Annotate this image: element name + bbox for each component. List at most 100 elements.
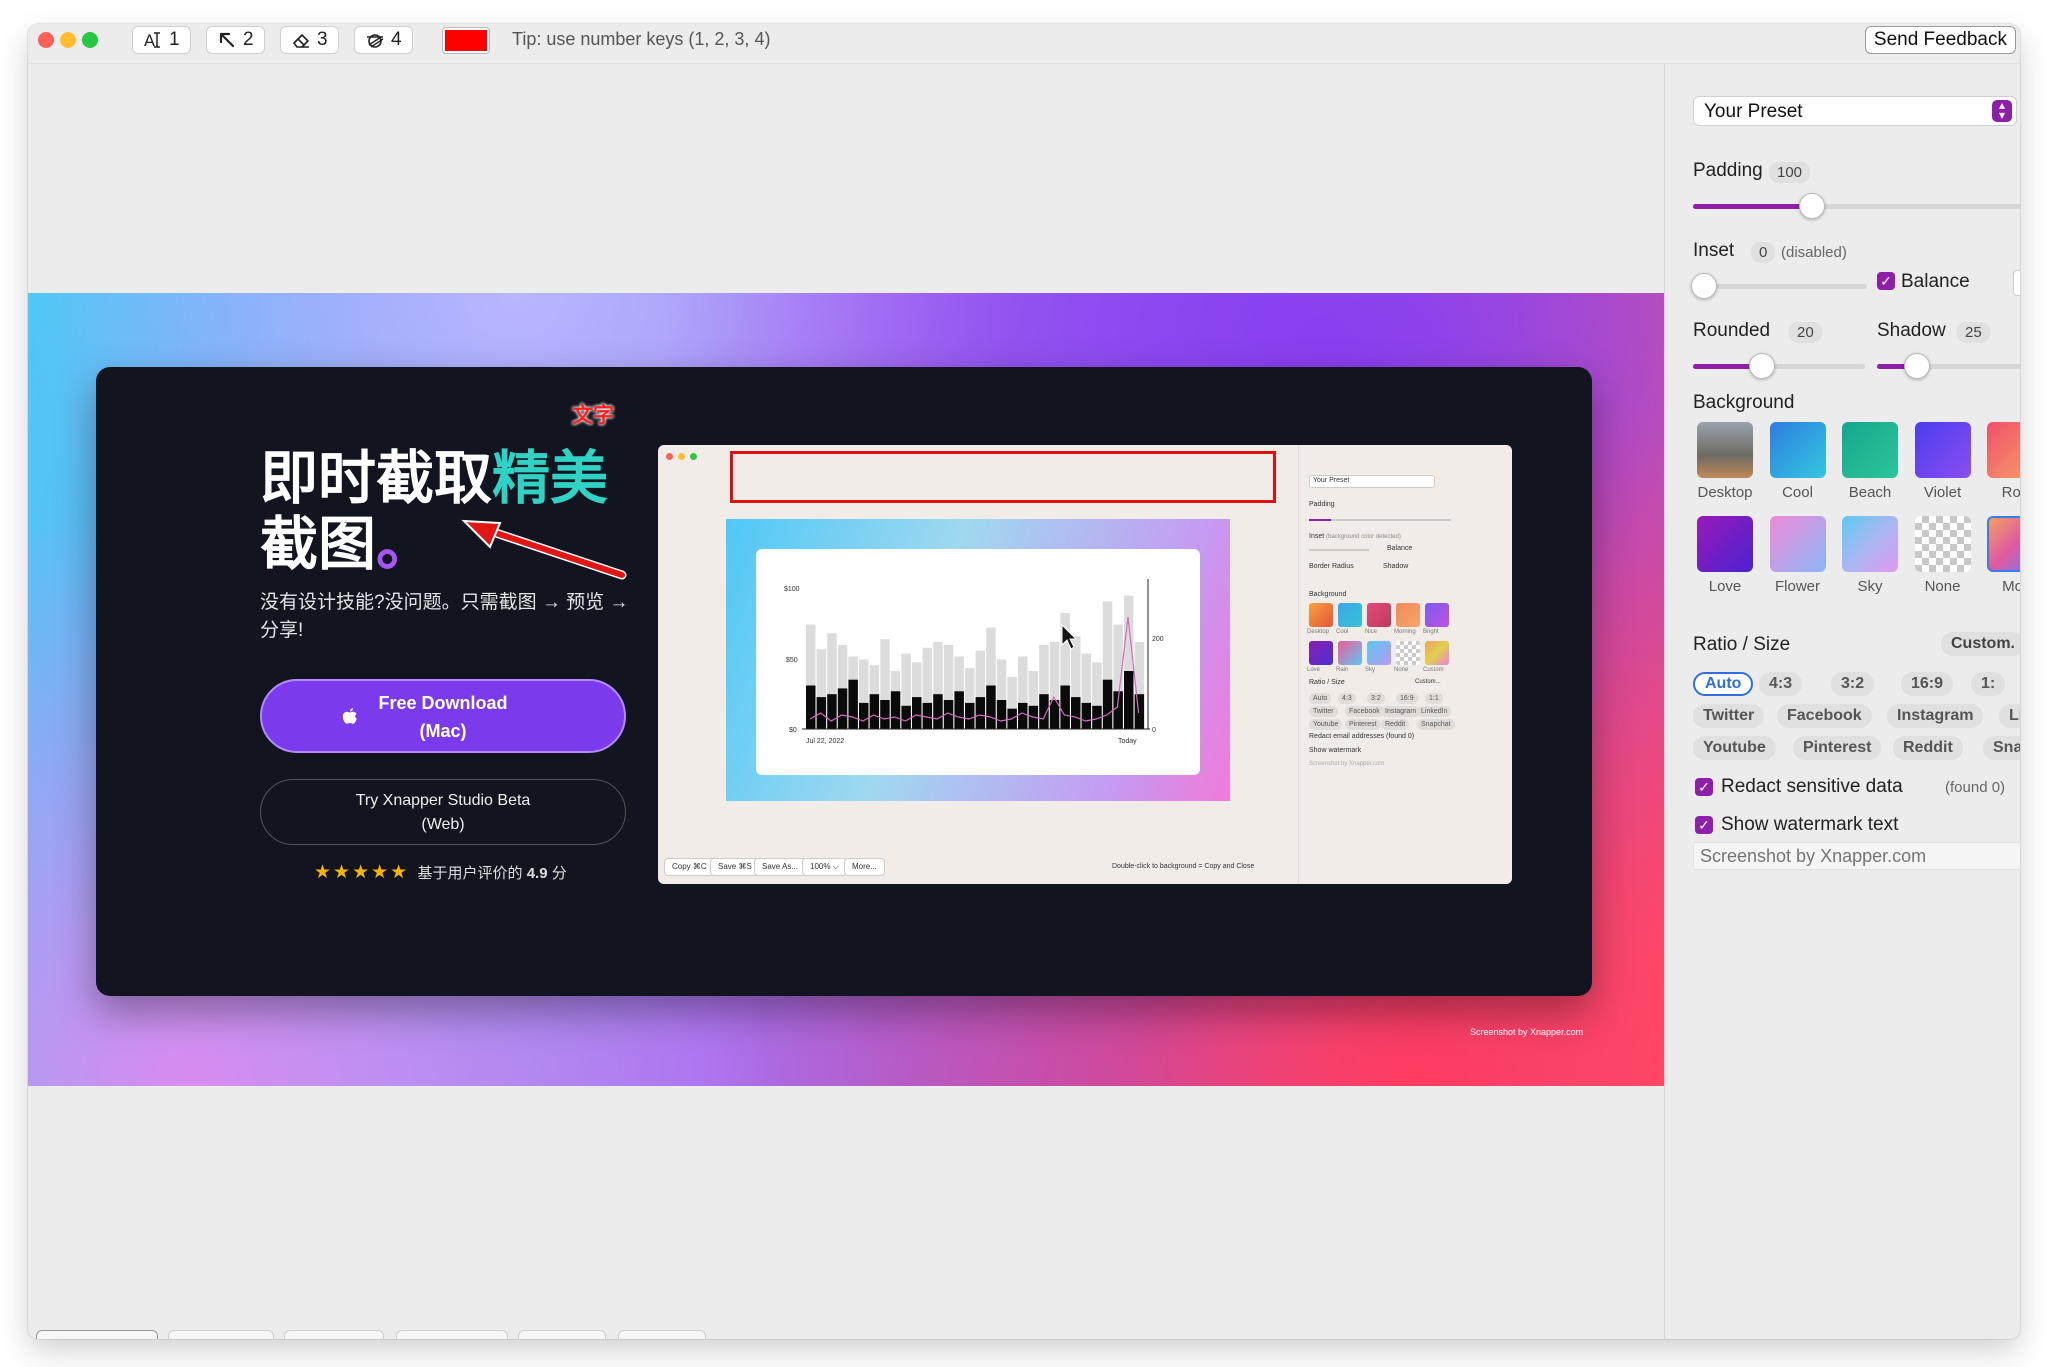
balance-color-well[interactable] bbox=[2013, 270, 2020, 296]
headline-dot: 。 bbox=[376, 510, 435, 578]
background-label: Background bbox=[1693, 392, 1795, 413]
preview-bar-black bbox=[806, 685, 816, 729]
redact-tool-button[interactable]: 4 bbox=[354, 26, 413, 54]
padding-slider-fill bbox=[1693, 204, 1812, 209]
redact-icon bbox=[367, 34, 384, 48]
preview-background: Background bbox=[1309, 591, 1347, 598]
social-chip-b-1[interactable]: Pinterest bbox=[1793, 736, 1882, 760]
preview-inset-note: (background color detected) bbox=[1326, 534, 1401, 540]
zoom-window-button[interactable] bbox=[82, 32, 98, 48]
preview-bg-label: Sky bbox=[1365, 667, 1376, 673]
free-download-button[interactable]: Free Download (Mac) bbox=[260, 679, 626, 753]
bottom-tab-2[interactable] bbox=[168, 1330, 274, 1339]
rounded-slider[interactable] bbox=[1693, 353, 1865, 379]
y-tick-50: $50 bbox=[786, 657, 798, 664]
background-swatch-sky[interactable] bbox=[1842, 516, 1898, 572]
bottom-tab-1[interactable] bbox=[36, 1330, 158, 1339]
social-chip-b-3[interactable]: Snapcl bbox=[1983, 736, 2020, 760]
balance-checkbox[interactable]: ✓ bbox=[1877, 272, 1895, 290]
preview-chart-svg: $100 $50 $0 200 0 Jul 22, 2022 Today bbox=[784, 579, 1164, 745]
ratio-chip-1[interactable]: 4:3 bbox=[1759, 672, 1803, 696]
preview-bar-black bbox=[837, 688, 848, 729]
background-swatch-desktop[interactable] bbox=[1697, 422, 1753, 478]
bottom-tab-5[interactable] bbox=[518, 1330, 606, 1339]
download-label-1: Free Download bbox=[378, 693, 508, 713]
background-swatch-beach[interactable] bbox=[1842, 422, 1898, 478]
social-chip-3[interactable]: Linke bbox=[1999, 704, 2020, 728]
text-annotation[interactable]: 文字 bbox=[572, 399, 614, 429]
ratio-chip-3[interactable]: 16:9 bbox=[1901, 672, 1954, 696]
send-feedback-button[interactable]: Send Feedback bbox=[1864, 26, 2016, 54]
background-swatch-violet[interactable] bbox=[1914, 422, 1971, 478]
bottom-tab-6[interactable] bbox=[618, 1330, 706, 1339]
rating-unit: 分 bbox=[551, 865, 567, 882]
bottom-tab-4[interactable] bbox=[396, 1330, 508, 1339]
preview-bar-black bbox=[912, 697, 922, 729]
screenshot-canvas[interactable]: 文字 即时截取精美 截图。 没有设计技能?没问题。只需截图 → 预览 → 分享! … bbox=[28, 293, 1664, 1086]
preview-show-watermark: Show watermark bbox=[1309, 747, 1362, 754]
inset-note: (disabled) bbox=[1781, 244, 1847, 261]
text-tool-key: 1 bbox=[169, 29, 180, 50]
watermark-checkbox[interactable]: ✓ bbox=[1695, 816, 1713, 834]
text-tool-button[interactable]: A 1 bbox=[132, 26, 191, 54]
arrow-tool-button[interactable]: 2 bbox=[206, 26, 265, 54]
social-chip-b-2[interactable]: Reddit bbox=[1893, 736, 1963, 760]
settings-sidebar: Your Preset ▴ ▾ Padding 100 Inset 0 (disa… bbox=[1664, 64, 2020, 1339]
close-window-button[interactable] bbox=[38, 32, 54, 48]
background-label-flower: Flower bbox=[1774, 578, 1820, 595]
background-swatch-flower[interactable] bbox=[1769, 516, 1826, 572]
background-swatch-mor[interactable] bbox=[1987, 516, 2020, 572]
x-start-label: Jul 22, 2022 bbox=[806, 738, 844, 745]
rating: ★★★★★ 基于用户评价的 4.9 分 bbox=[314, 861, 567, 884]
color-picker[interactable] bbox=[442, 27, 490, 54]
try-studio-button[interactable]: Try Xnapper Studio Beta (Web) bbox=[260, 779, 626, 845]
color-swatch-fill bbox=[445, 30, 487, 51]
preview-bar-black bbox=[1134, 694, 1145, 729]
preview-bg-label: Cool bbox=[1336, 629, 1349, 635]
bottom-tab-3[interactable] bbox=[284, 1330, 384, 1339]
shadow-slider[interactable] bbox=[1877, 353, 2020, 379]
rectangle-annotation[interactable] bbox=[730, 451, 1276, 503]
balance-label: Balance bbox=[1901, 271, 1970, 292]
social-chip-1[interactable]: Facebook bbox=[1777, 704, 1872, 728]
background-swatch-cool[interactable] bbox=[1769, 422, 1826, 478]
preview-bar-black bbox=[965, 702, 975, 729]
ratio-chip-2[interactable]: 3:2 bbox=[1831, 672, 1875, 696]
arrow-icon bbox=[219, 32, 235, 48]
inset-label: Inset bbox=[1693, 240, 1735, 261]
background-label-cool: Cool bbox=[1782, 484, 1813, 501]
background-label-sky: Sky bbox=[1857, 578, 1883, 595]
padding-slider-thumb[interactable] bbox=[1799, 193, 1825, 219]
preset-select[interactable]: Your Preset ▴ ▾ bbox=[1693, 96, 2017, 126]
subtitle: 没有设计技能?没问题。只需截图 → 预览 → 分享! bbox=[260, 592, 629, 641]
redact-label: Redact sensitive data bbox=[1721, 776, 1903, 797]
preview-balance: Balance bbox=[1387, 545, 1413, 552]
preview-preset: Your Preset bbox=[1313, 477, 1350, 484]
ratio-chip-0[interactable]: Auto bbox=[1693, 672, 1754, 696]
preview-bar-black bbox=[1102, 679, 1113, 729]
studio-label-2: (Web) bbox=[421, 816, 465, 833]
preview-bar-black bbox=[869, 694, 880, 729]
social-chip-b-0[interactable]: Youtube bbox=[1693, 736, 1776, 760]
background-swatch-ros[interactable] bbox=[1987, 422, 2020, 478]
social-chip-2[interactable]: Instagram bbox=[1887, 704, 1984, 728]
eraser-tool-button[interactable]: 3 bbox=[280, 26, 339, 54]
background-label-desktop: Desktop bbox=[1697, 484, 1753, 501]
preview-bar-black bbox=[1018, 702, 1028, 729]
social-chip-0[interactable]: Twitter bbox=[1693, 704, 1765, 728]
ratio-chip-4[interactable]: 1: bbox=[1971, 672, 2006, 696]
padding-slider[interactable] bbox=[1693, 193, 2020, 219]
watermark-text-input[interactable] bbox=[1693, 842, 2020, 870]
minimize-window-button[interactable] bbox=[60, 32, 76, 48]
preview-watermark-text: Screenshot by Xnapper.com bbox=[1309, 761, 1385, 767]
apple-icon bbox=[342, 708, 357, 724]
arrow-annotation[interactable] bbox=[456, 517, 636, 587]
background-swatch-none[interactable] bbox=[1914, 516, 1971, 572]
custom-size-button[interactable]: Custom. bbox=[1941, 632, 2020, 656]
inset-slider[interactable] bbox=[1691, 273, 1867, 299]
inset-slider-thumb[interactable] bbox=[1691, 273, 1717, 299]
rounded-slider-thumb[interactable] bbox=[1748, 353, 1775, 379]
background-swatch-love[interactable] bbox=[1697, 516, 1753, 572]
shadow-slider-thumb[interactable] bbox=[1904, 353, 1930, 379]
redact-checkbox[interactable]: ✓ bbox=[1695, 778, 1713, 796]
